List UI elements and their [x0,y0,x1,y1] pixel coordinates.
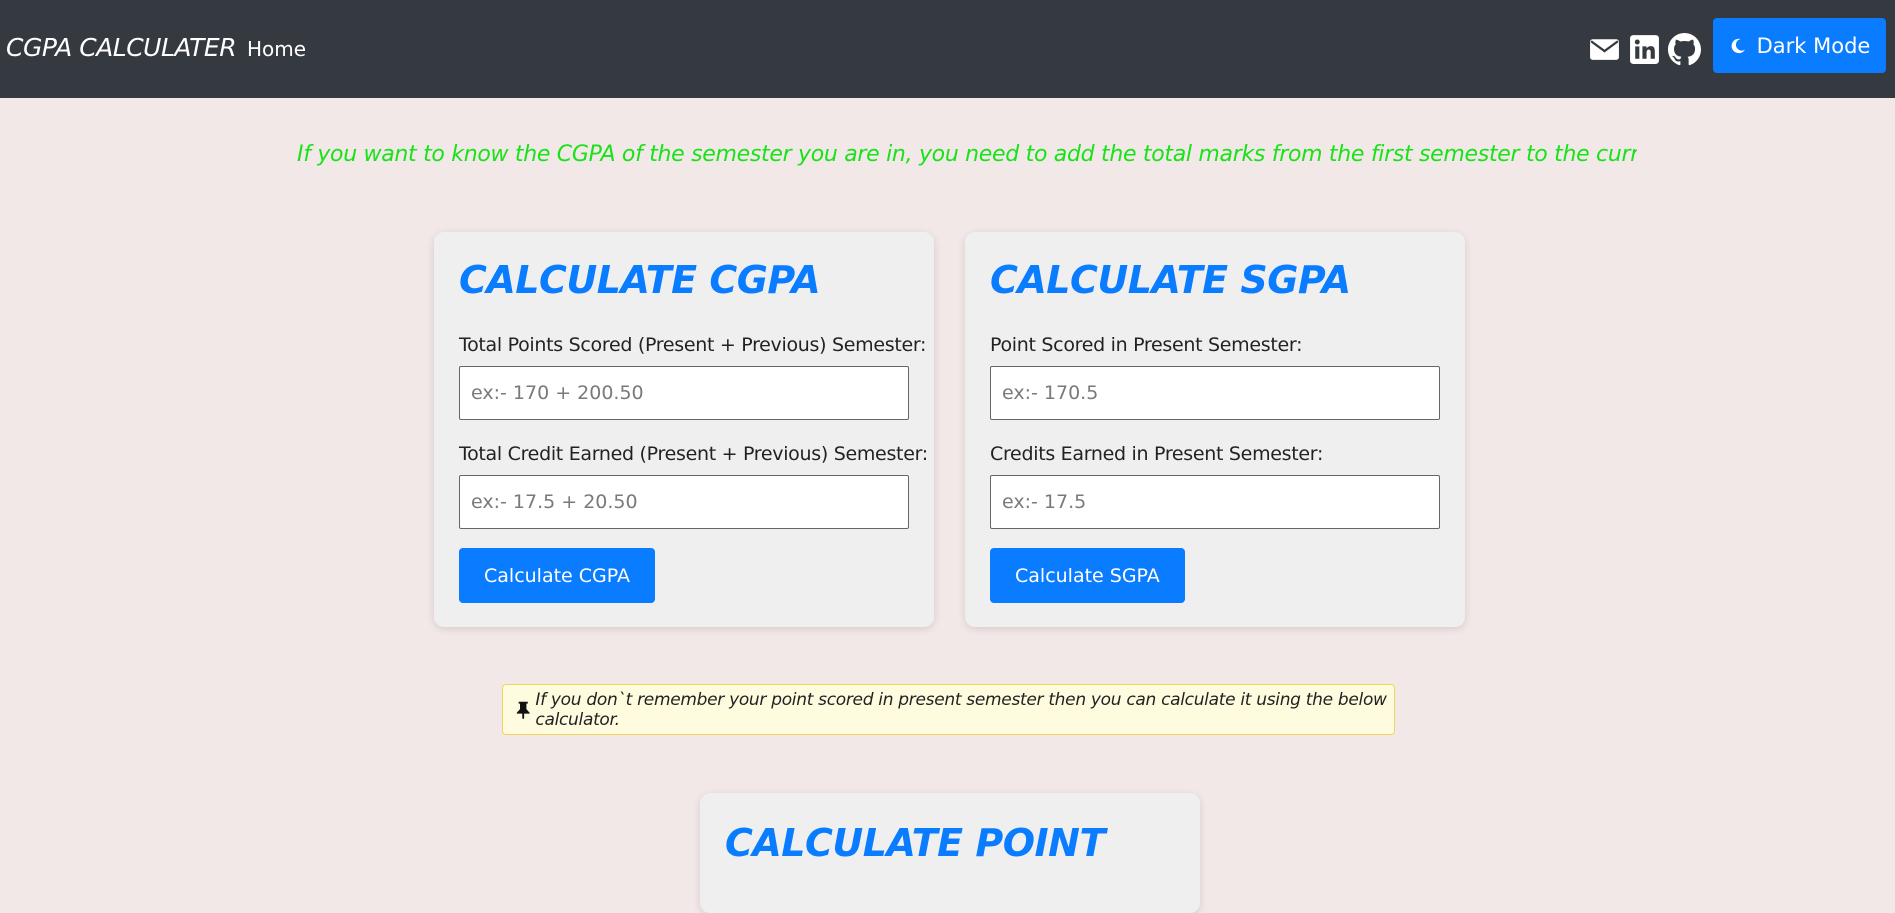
brand-title[interactable]: CGPA CALCULATER [6,33,237,62]
present-credits-label: Credits Earned in Present Semester: [990,443,1324,465]
info-marquee: If you want to know the CGPA of the seme… [297,138,1637,172]
sgpa-card: CALCULATE SGPA Point Scored in Present S… [965,232,1465,627]
total-points-label: Total Points Scored (Present + Previous)… [459,334,927,356]
calculate-cgpa-button[interactable]: Calculate CGPA [459,548,656,603]
navbar: CGPA CALCULATER Home Dark Mode [0,0,1895,98]
total-points-input[interactable] [459,366,909,420]
present-credits-input[interactable] [990,475,1440,529]
dark-mode-label: Dark Mode [1756,33,1871,58]
total-credits-label: Total Credit Earned (Present + Previous)… [459,443,928,465]
github-icon[interactable] [1668,33,1701,66]
sgpa-card-title: CALCULATE SGPA [990,258,1351,302]
note-text: If you don`t remember your point scored … [535,689,1387,730]
cgpa-card-title: CALCULATE CGPA [459,258,821,302]
envelope-icon[interactable] [1588,33,1621,66]
linkedin-icon[interactable] [1628,33,1661,66]
moon-icon [1731,38,1745,53]
point-card-title: CALCULATE POINT [725,821,1105,865]
dark-mode-button[interactable]: Dark Mode [1713,18,1886,73]
cgpa-card: CALCULATE CGPA Total Points Scored (Pres… [434,232,934,627]
nav-link-home[interactable]: Home [247,37,306,61]
marquee-text: If you want to know the CGPA of the seme… [297,142,1637,167]
pushpin-icon [516,701,530,719]
present-points-input[interactable] [990,366,1440,420]
point-card: CALCULATE POINT [700,793,1200,913]
present-points-label: Point Scored in Present Semester: [990,334,1303,356]
calculate-sgpa-button[interactable]: Calculate SGPA [990,548,1185,603]
info-note: If you don`t remember your point scored … [502,684,1395,735]
total-credits-input[interactable] [459,475,909,529]
